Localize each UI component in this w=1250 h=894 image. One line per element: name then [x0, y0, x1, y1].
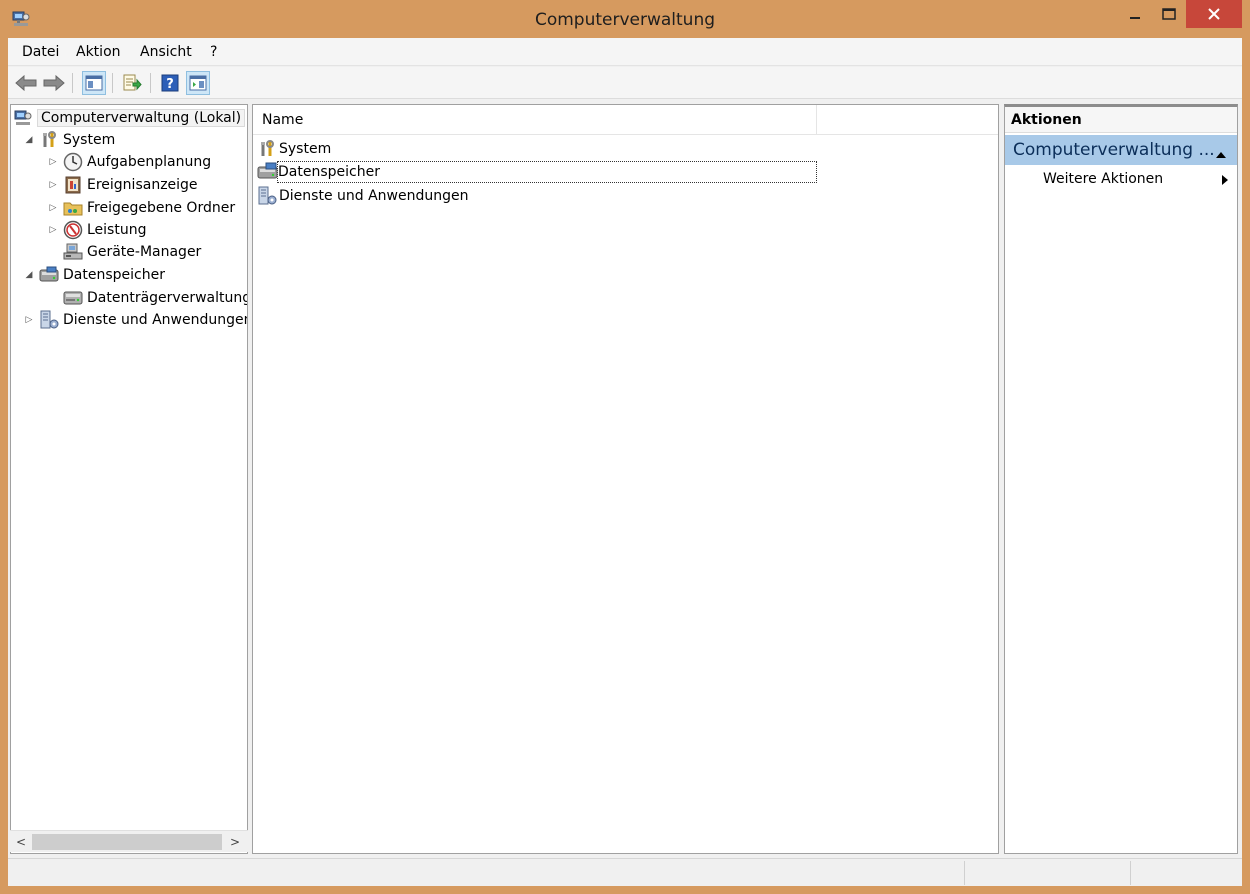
tree-item-performance[interactable]: ▷ Leistung: [47, 219, 146, 241]
tree-horizontal-scrollbar[interactable]: < >: [10, 830, 248, 852]
tree-item-label: Aufgabenplanung: [87, 154, 212, 170]
tree-item-label: Geräte-Manager: [87, 244, 202, 260]
export-list-icon: [123, 74, 142, 91]
maximize-icon: [1162, 8, 1176, 20]
tree-item-disk-management[interactable]: Datenträgerverwaltung: [59, 287, 248, 309]
toolbar-separator: [150, 73, 151, 93]
tree-item-task-scheduler[interactable]: ▷ Aufgabenplanung: [47, 151, 211, 173]
minimize-button[interactable]: [1118, 0, 1152, 28]
client-area: Datei Aktion Ansicht ? ? Computerverwalt…: [8, 38, 1242, 886]
toolbar: ?: [8, 67, 1242, 99]
status-bar: [8, 858, 1242, 886]
status-divider: [1130, 861, 1131, 885]
computer-management-icon: [13, 108, 33, 128]
submenu-arrow-icon: [1221, 174, 1229, 190]
svg-text:?: ?: [166, 77, 174, 92]
tools-icon: [257, 139, 277, 159]
show-hide-action-pane-button[interactable]: [186, 71, 210, 95]
expand-triangle-icon[interactable]: ▷: [47, 224, 59, 236]
show-hide-action-pane-icon: [189, 75, 207, 91]
tree-item-label: Leistung: [87, 222, 147, 238]
show-hide-console-tree-icon: [85, 75, 103, 91]
tree-item-event-viewer[interactable]: ▷ Ereignisanzeige: [47, 174, 198, 196]
help-button[interactable]: ?: [158, 71, 182, 95]
list-item-label: System: [279, 141, 332, 157]
services-icon: [39, 310, 59, 330]
export-list-button[interactable]: [120, 71, 144, 95]
list-item-system[interactable]: System: [257, 138, 331, 160]
menu-help[interactable]: ?: [210, 44, 217, 60]
forward-arrow-icon: [43, 75, 65, 91]
title-bar: Computerverwaltung: [0, 0, 1250, 40]
tree-item-label: Freigegebene Ordner: [87, 200, 236, 216]
list-item-label: Datenspeicher: [278, 164, 380, 180]
tree-item-label: System: [63, 132, 116, 148]
collapse-triangle-icon[interactable]: ◢: [23, 134, 35, 146]
console-tree: Computerverwaltung (Lokal) ◢ System ▷ Au…: [10, 104, 248, 854]
menu-datei[interactable]: Datei: [22, 44, 59, 60]
expand-triangle-icon[interactable]: ▷: [47, 202, 59, 214]
toolbar-separator: [112, 73, 113, 93]
actions-pane: Aktionen Computerverwaltung ... Weitere …: [1004, 104, 1238, 854]
disk-drive-icon: [63, 288, 83, 308]
action-group-computer-management[interactable]: Computerverwaltung ...: [1005, 135, 1237, 165]
close-icon: [1208, 8, 1220, 20]
tree-item-label: Datenspeicher: [63, 267, 165, 283]
status-divider: [964, 861, 965, 885]
close-button[interactable]: [1186, 0, 1242, 28]
tools-icon: [39, 130, 59, 150]
maximize-button[interactable]: [1152, 0, 1186, 28]
action-label: Weitere Aktionen: [1043, 171, 1164, 187]
storage-icon: [39, 265, 59, 285]
tree-item-services[interactable]: ▷ Dienste und Anwendungen: [23, 309, 248, 331]
back-button[interactable]: [14, 71, 38, 95]
list-item-services[interactable]: Dienste und Anwendungen: [257, 185, 468, 207]
expand-triangle-icon[interactable]: ▷: [47, 179, 59, 191]
expand-triangle-icon[interactable]: ▷: [23, 314, 35, 326]
clock-icon: [63, 152, 83, 172]
tree-item-computer-management[interactable]: Computerverwaltung (Lokal): [13, 107, 246, 129]
device-manager-icon: [63, 242, 83, 262]
tree-item-shared-folders[interactable]: ▷ Freigegebene Ordner: [47, 197, 236, 219]
tree-item-label: Ereignisanzeige: [87, 177, 198, 193]
collapse-up-icon[interactable]: [1215, 144, 1227, 164]
storage-icon: [257, 162, 278, 182]
help-icon: ?: [161, 74, 179, 92]
list-item-storage[interactable]: Datenspeicher: [277, 161, 817, 183]
tree-item-storage[interactable]: ◢ Datenspeicher: [23, 264, 165, 286]
scroll-left-icon[interactable]: <: [12, 833, 30, 851]
services-icon: [257, 186, 277, 206]
menu-aktion[interactable]: Aktion: [76, 44, 121, 60]
collapse-triangle-icon[interactable]: ◢: [23, 269, 35, 281]
action-group-label: Computerverwaltung ...: [1013, 140, 1215, 160]
shared-folder-icon: [63, 198, 83, 218]
action-more-actions[interactable]: Weitere Aktionen: [1043, 171, 1233, 193]
scrollbar-thumb[interactable]: [32, 834, 222, 850]
expand-triangle-icon[interactable]: ▷: [47, 156, 59, 168]
back-arrow-icon: [15, 75, 37, 91]
list-header: Name: [253, 105, 998, 135]
actions-header: Aktionen: [1005, 107, 1237, 133]
forward-button[interactable]: [42, 71, 66, 95]
result-list: Name System Datenspeicher Dienste und An…: [252, 104, 999, 854]
minimize-icon: [1130, 17, 1140, 19]
column-header-name[interactable]: Name: [253, 105, 817, 135]
tree-item-label: Dienste und Anwendungen: [63, 312, 248, 328]
window-title: Computerverwaltung: [534, 10, 716, 30]
tree-item-device-manager[interactable]: Geräte-Manager: [59, 241, 201, 263]
tree-item-system[interactable]: ◢ System: [23, 129, 115, 151]
show-hide-console-tree-button[interactable]: [82, 71, 106, 95]
toolbar-separator: [72, 73, 73, 93]
tree-item-label: Datenträgerverwaltung: [87, 290, 248, 306]
performance-gauge-icon: [63, 220, 83, 240]
list-item-label: Dienste und Anwendungen: [279, 188, 469, 204]
event-log-icon: [63, 175, 83, 195]
tree-item-label: Computerverwaltung (Lokal): [37, 109, 246, 127]
menu-ansicht[interactable]: Ansicht: [140, 44, 192, 60]
scroll-right-icon[interactable]: >: [226, 833, 244, 851]
menu-bar: Datei Aktion Ansicht ?: [8, 38, 1242, 66]
